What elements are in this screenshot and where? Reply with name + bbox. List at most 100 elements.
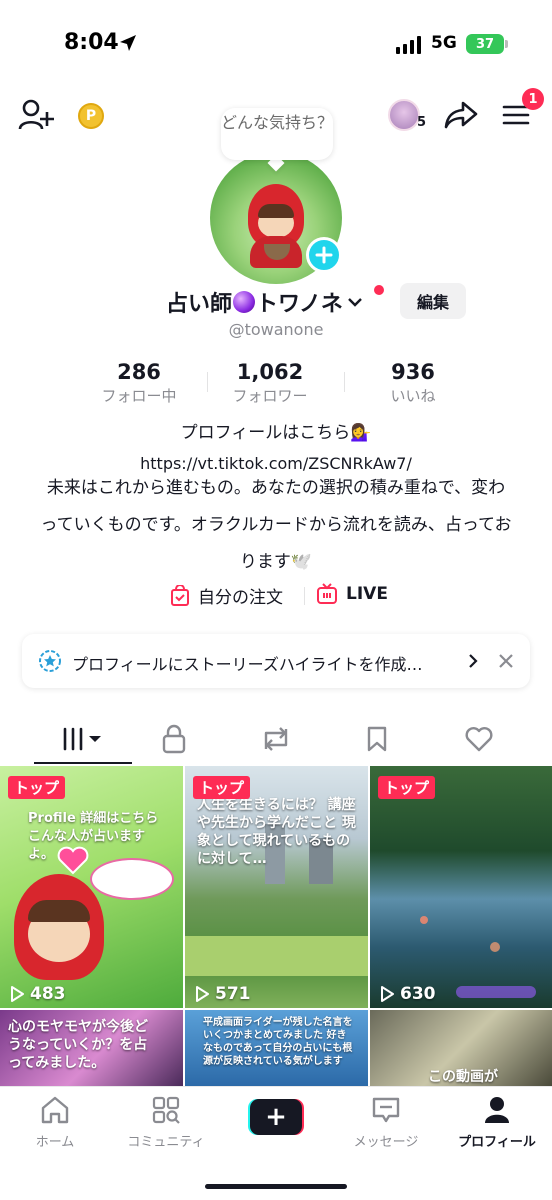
live-link[interactable]: LIVE xyxy=(316,583,388,605)
close-icon[interactable] xyxy=(498,653,514,669)
pinned-badge: トップ xyxy=(8,776,66,799)
lock-icon xyxy=(162,724,186,754)
story-banner-text: プロフィールにストーリーズハイライトを作成… xyxy=(72,655,423,674)
username: @towanone xyxy=(228,320,324,339)
nav-community-label: コミュニティ xyxy=(127,1135,205,1150)
profile-name-part1: 占い師 xyxy=(166,292,233,317)
tab-favorites[interactable] xyxy=(331,714,423,764)
stat-followers[interactable]: 1,062 フォロワー xyxy=(205,358,335,406)
video-caption: 平成画面ライダーが残した名言をいくつかまとめてみました 好きなものであって自分の… xyxy=(203,1017,353,1067)
tab-videos[interactable] xyxy=(36,714,128,764)
bokeh-dot xyxy=(490,942,500,952)
video-caption: 人生を生きるには？ 講座や先生から学んだこと 現象として現れているものに対して… xyxy=(197,797,356,867)
profile-icon xyxy=(485,1097,509,1123)
my-orders-label: 自分の注文 xyxy=(198,588,283,608)
add-friend-icon[interactable] xyxy=(18,98,54,132)
video-grid-icon xyxy=(63,727,101,751)
new-indicator-dot xyxy=(374,285,384,295)
pinned-badge: トップ xyxy=(378,776,436,799)
stat-following-value: 286 xyxy=(117,360,161,384)
view-count-value: 483 xyxy=(30,984,66,1004)
bio-line: プロフィールはこちら💁‍♀️ xyxy=(180,423,372,443)
message-icon xyxy=(372,1097,400,1123)
profile-name-part2: トワノネ xyxy=(256,292,343,317)
tab-reposts[interactable] xyxy=(230,714,322,764)
viewer-avatar[interactable] xyxy=(388,99,420,131)
action-divider xyxy=(304,587,305,605)
plus-icon xyxy=(315,246,333,264)
stat-likes[interactable]: 936 いいね xyxy=(348,358,478,406)
chevron-down-icon xyxy=(348,298,362,307)
battery-icon: 37 xyxy=(466,34,504,54)
view-count: 571 xyxy=(195,984,251,1004)
plus-icon: + xyxy=(250,1099,302,1135)
play-icon xyxy=(196,986,209,1002)
figure-hair xyxy=(28,900,90,922)
nav-profile[interactable]: プロフィール xyxy=(447,1095,547,1150)
profile-name-row[interactable]: 占い師 トワノネ xyxy=(166,284,363,320)
stat-followers-value: 1,062 xyxy=(236,360,304,384)
nav-profile-label: プロフィール xyxy=(458,1135,536,1150)
story-highlight-banner[interactable]: プロフィールにストーリーズハイライトを作成… xyxy=(22,634,530,688)
view-count-value: 571 xyxy=(215,984,251,1004)
purple-glow xyxy=(456,986,536,998)
home-icon xyxy=(41,1096,69,1124)
view-count: 630 xyxy=(380,984,436,1004)
video-tile-6[interactable]: この動画が xyxy=(370,1010,552,1086)
avatar-hair xyxy=(258,204,294,218)
edit-profile-button[interactable]: 編集 xyxy=(400,283,466,319)
repost-icon xyxy=(264,727,288,751)
video-caption: Profile 詳細はこちら こんな人が占いますよ。 xyxy=(28,811,159,862)
view-count: 483 xyxy=(10,984,66,1004)
video-caption: この動画が xyxy=(428,1069,498,1085)
notification-badge: 1 xyxy=(522,88,544,110)
play-icon xyxy=(11,986,24,1002)
signal-icon xyxy=(396,36,421,54)
nav-community[interactable]: コミュニティ xyxy=(116,1095,216,1150)
network-type: 5G xyxy=(431,33,457,53)
video-tile-3[interactable]: トップ 630 xyxy=(370,766,552,1008)
stat-following[interactable]: 286 フォロー中 xyxy=(74,358,204,406)
content-tabs xyxy=(0,714,552,766)
battery-tip xyxy=(505,40,508,48)
live-label: LIVE xyxy=(346,584,388,604)
status-time: 8:04 xyxy=(64,30,119,55)
coin-icon[interactable]: P xyxy=(78,103,104,129)
stat-likes-value: 936 xyxy=(391,360,435,384)
order-bag-icon xyxy=(171,584,189,606)
home-indicator xyxy=(205,1184,347,1189)
active-tab-indicator xyxy=(34,762,132,764)
stat-likes-label: いいね xyxy=(390,387,436,405)
bio-text: 未来はこれから進むもの。あなたの選択の積み重ねで、変わっていくものです。オラクル… xyxy=(40,478,512,572)
nav-inbox[interactable]: メッセージ xyxy=(336,1095,436,1150)
viewer-count: 5 xyxy=(417,115,427,130)
heart-icon xyxy=(465,727,493,752)
share-icon[interactable] xyxy=(444,100,478,130)
nav-home[interactable]: ホーム xyxy=(5,1095,105,1150)
video-tile-2[interactable]: 人生を生きるには？ 講座や先生から学んだこと 現象として現れているものに対して…… xyxy=(185,766,368,1008)
add-story-button[interactable] xyxy=(306,237,342,273)
nav-home-label: ホーム xyxy=(35,1135,75,1150)
tab-liked[interactable] xyxy=(433,714,525,764)
pinned-badge: トップ xyxy=(193,776,251,799)
video-tile-4[interactable]: 心のモヤモヤが今後どうなっていくか？を占ってみました。 xyxy=(0,1010,183,1086)
play-icon xyxy=(381,986,394,1002)
stat-following-label: フォロー中 xyxy=(101,387,177,405)
live-tv-icon xyxy=(317,583,337,604)
video-tile-1[interactable]: Profile 詳細はこちら こんな人が占いますよ。 トップ 483 xyxy=(0,766,183,1008)
create-button[interactable]: + xyxy=(248,1099,304,1135)
tab-private[interactable] xyxy=(128,714,220,764)
my-orders-link[interactable]: 自分の注文 xyxy=(170,583,283,608)
speech-bubble xyxy=(90,858,174,900)
video-caption: 心のモヤモヤが今後どうなっていくか？を占ってみました。 xyxy=(8,1019,148,1071)
location-arrow-icon xyxy=(120,35,136,51)
video-tile-5[interactable]: 平成画面ライダーが残した名言をいくつかまとめてみました 好きなものであって自分の… xyxy=(185,1010,368,1086)
bottom-navigation: ホーム コミュニティ + メッセージ プロフィール xyxy=(0,1086,552,1200)
stat-divider xyxy=(344,372,345,392)
bookmark-icon xyxy=(367,726,387,752)
community-icon xyxy=(152,1096,180,1124)
status-bar: 8:04 5G 37 xyxy=(0,0,552,88)
stat-followers-label: フォロワー xyxy=(232,387,308,405)
mood-prompt-bubble[interactable]: どんな気持ち？ xyxy=(221,108,333,160)
nav-inbox-label: メッセージ xyxy=(353,1135,419,1150)
